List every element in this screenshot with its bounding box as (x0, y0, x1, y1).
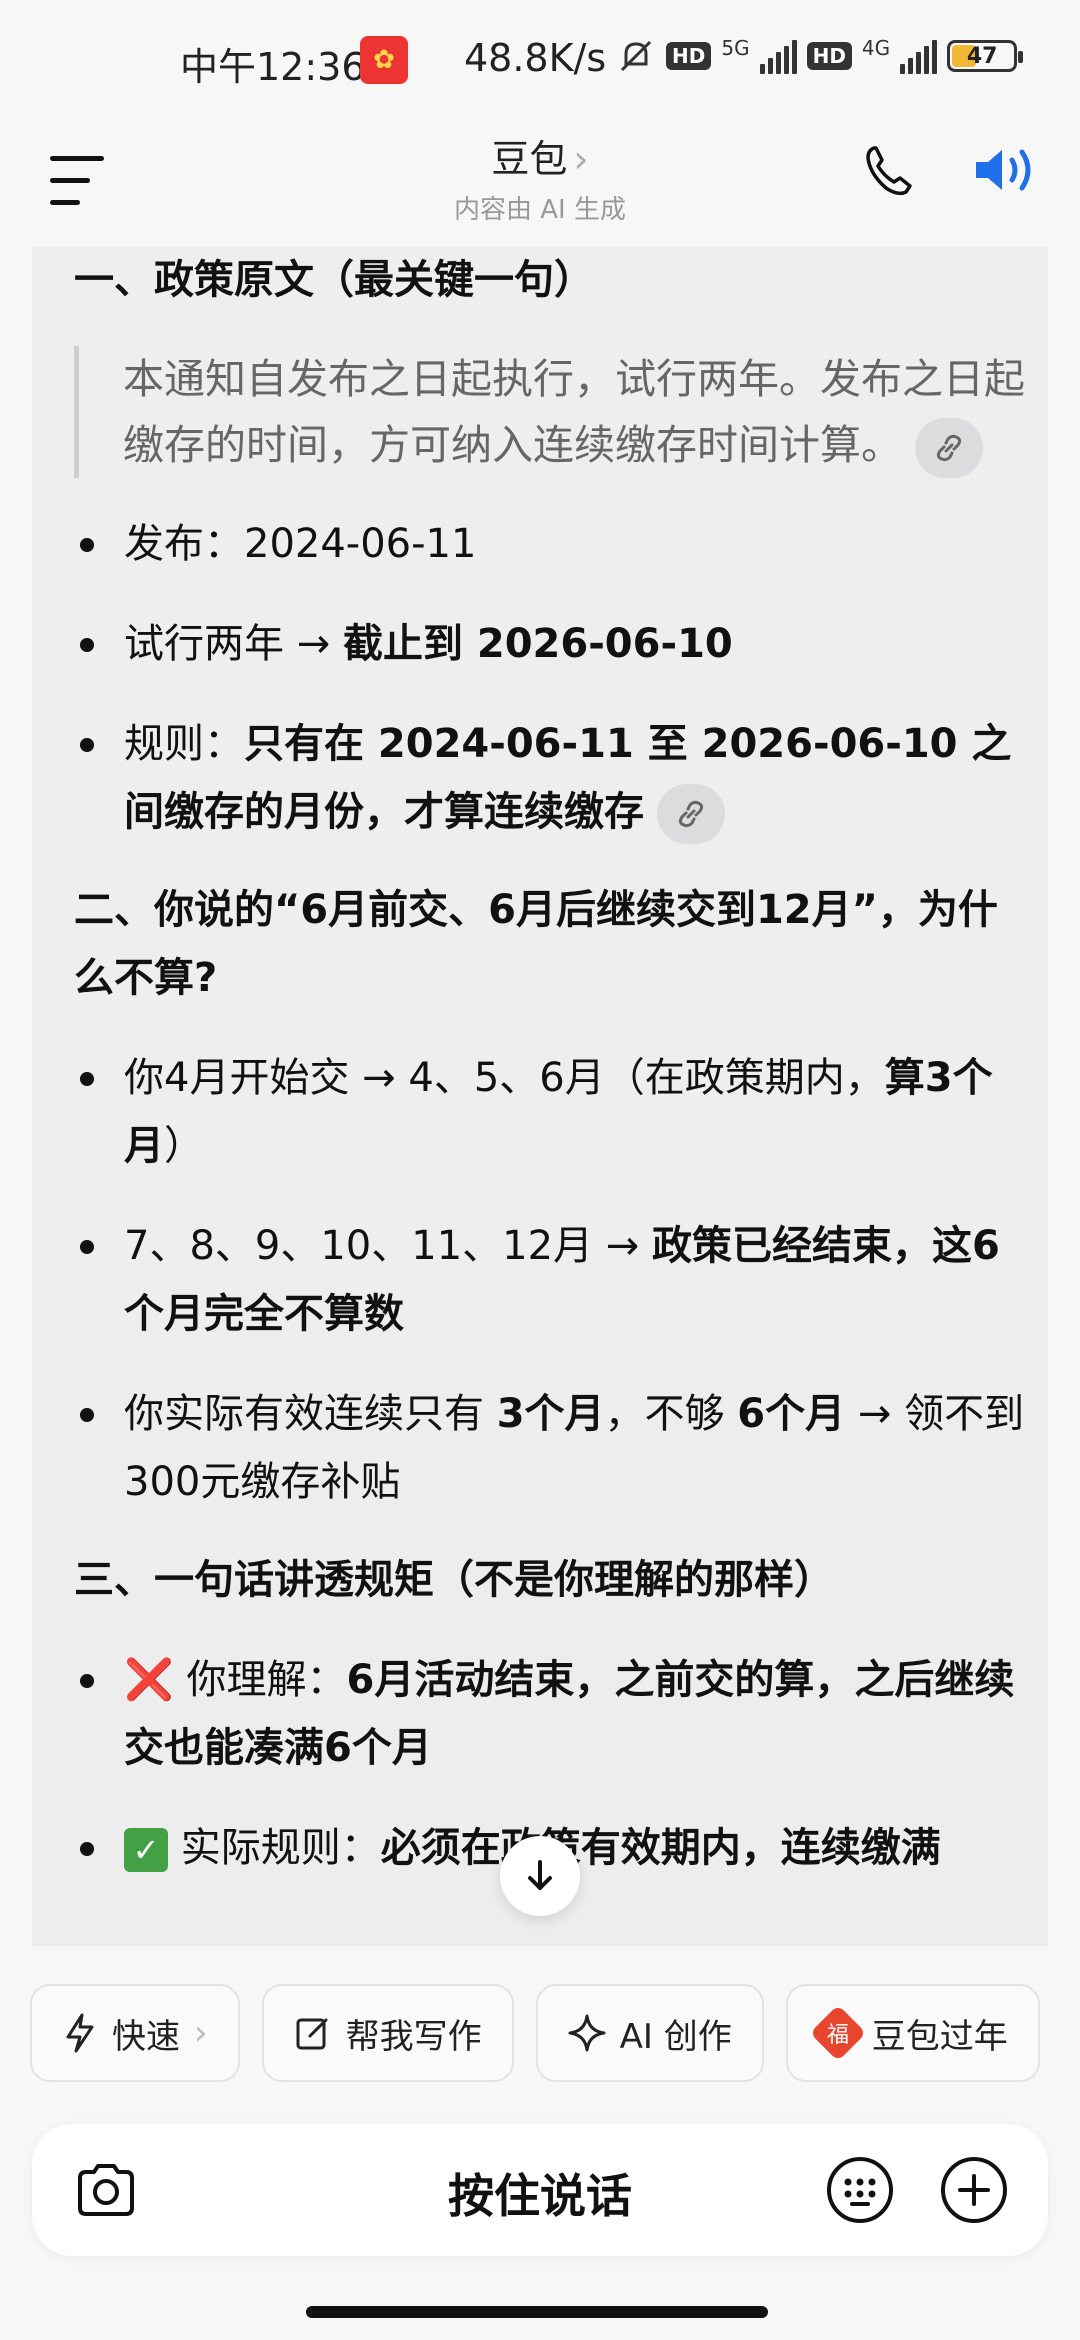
hd-badge: HD (806, 42, 852, 70)
quick-actions: 快速 › 帮我写作 AI 创作 福 豆包过年 (30, 1984, 1040, 2082)
chat-header: 豆包 › 内容由 AI 生成 (0, 120, 1080, 250)
battery-level: 47 (966, 43, 998, 69)
lightning-icon (66, 2013, 94, 2053)
chevron-right-icon: › (194, 2013, 208, 2053)
mute-bell-icon (620, 40, 652, 72)
ai-message-card: 一、政策原文（最关键一句） 本通知自发布之日起执行，试行两年。发布之日起缴存的时… (32, 246, 1048, 1946)
section-heading: 一、政策原文（最关键一句） (74, 257, 594, 303)
bullet-list: 发布：2024-06-11 试行两年 → 截止到 2026-06-10 规则：只… (74, 510, 1034, 846)
signal-icon (759, 38, 797, 74)
list-item: 规则：只有在 2024-06-11 至 2026-06-10 之间缴存的月份，才… (74, 710, 1034, 846)
edit-icon (296, 2018, 328, 2050)
link-icon[interactable] (915, 418, 984, 478)
fu-icon: 福 (809, 2004, 866, 2062)
list-item: 发布：2024-06-11 (74, 510, 1034, 578)
check-mark-icon: ✓ (124, 1828, 168, 1872)
cross-mark-icon: ❌ (124, 1657, 174, 1703)
scroll-to-bottom-button[interactable] (500, 1836, 580, 1916)
notification-app-icon: ✿ (360, 36, 408, 84)
link-icon[interactable] (656, 784, 725, 844)
plus-icon[interactable] (938, 2154, 1010, 2226)
list-item: 你4月开始交 → 4、5、6月（在政策期内，算3个月） (74, 1044, 1034, 1180)
status-time: 中午12:36 (180, 45, 366, 89)
chevron-right-icon: › (573, 137, 589, 181)
chip-ai-create[interactable]: AI 创作 (535, 1984, 764, 2082)
network-speed: 48.8K/s (464, 36, 607, 80)
network-type-label: 4G (861, 36, 891, 60)
list-item: 试行两年 → 截止到 2026-06-10 (74, 610, 1034, 678)
list-item: 7、8、9、10、11、12月 → 政策已经结束，这6个月完全不算数 (74, 1212, 1034, 1348)
chip-fast-mode[interactable]: 快速 › (30, 1984, 240, 2082)
list-item: ❌ 你理解：6月活动结束，之前交的算，之后继续交也能凑满6个月 (74, 1646, 1034, 1782)
battery-icon: 47 (947, 40, 1024, 72)
chip-help-write[interactable]: 帮我写作 (261, 1984, 514, 2082)
keyboard-icon[interactable] (824, 2154, 896, 2226)
chat-title-text: 豆包 (491, 137, 568, 181)
bullet-list: 你4月开始交 → 4、5、6月（在政策期内，算3个月） 7、8、9、10、11、… (74, 1044, 1034, 1516)
app-screen: 中午12:36 ✿ 48.8K/s HD 5G HD 4G 47 豆包 › 内容… (0, 0, 1080, 2340)
chip-label: AI 创作 (619, 2016, 732, 2057)
section-heading: 三、一句话讲透规矩（不是你理解的那样） (74, 1557, 834, 1603)
policy-quote: 本通知自发布之日起执行，试行两年。发布之日起缴存的时间，方可纳入连续缴存时间计算… (74, 346, 1034, 478)
arrow-down-icon (528, 1860, 552, 1890)
speaker-icon[interactable] (970, 140, 1040, 200)
signal-icon (900, 38, 938, 74)
list-item: 你实际有效连续只有 3个月，不够 6个月 → 领不到300元缴存补贴 (74, 1380, 1034, 1516)
hd-badge: HD (666, 42, 712, 70)
input-bar: 按住说话 (32, 2124, 1048, 2256)
quote-text: 本通知自发布之日起执行，试行两年。发布之日起缴存的时间，方可纳入连续缴存时间计算… (123, 355, 1025, 469)
network-type-label: 5G (721, 36, 750, 60)
home-indicator[interactable] (306, 2306, 768, 2318)
section-heading: 二、你说的“6月前交、6月后继续交到12月”，为什么不算? (74, 887, 998, 1001)
chip-label: 豆包过年 (871, 2016, 1008, 2057)
chip-label: 帮我写作 (345, 2016, 482, 2057)
status-bar: 中午12:36 ✿ 48.8K/s HD 5G HD 4G 47 (0, 0, 1080, 120)
status-icons: HD 5G HD 4G 47 (616, 36, 1024, 76)
message-content: 一、政策原文（最关键一句） 本通知自发布之日起执行，试行两年。发布之日起缴存的时… (74, 246, 1034, 1882)
chip-label: 快速 (112, 2016, 180, 2057)
chip-doubao-new-year[interactable]: 福 豆包过年 (785, 1984, 1040, 2082)
sparkle-icon (568, 2014, 606, 2052)
phone-icon[interactable] (860, 140, 920, 200)
